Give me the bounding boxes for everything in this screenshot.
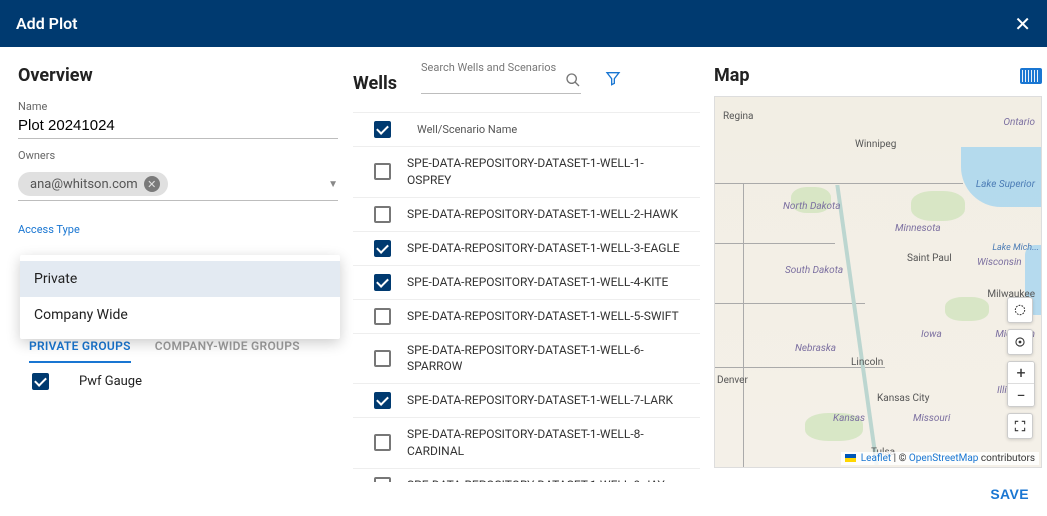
map-fullscreen[interactable] bbox=[1007, 413, 1033, 439]
map-city-saint-paul: Saint Paul bbox=[907, 253, 952, 264]
access-type-dropdown: Private Company Wide bbox=[20, 255, 340, 339]
map-city-lincoln: Lincoln bbox=[851, 357, 883, 368]
owner-chip: ana@whitson.com ✕ bbox=[18, 172, 168, 196]
well-row: SPE-DATA-REPOSITORY-DATASET-1-WELL-7-LAR… bbox=[353, 384, 700, 418]
well-row: SPE-DATA-REPOSITORY-DATASET-1-WELL-4-KIT… bbox=[353, 266, 700, 300]
group-pwf-label: Pwf Gauge bbox=[79, 374, 142, 389]
well-row: SPE-DATA-REPOSITORY-DATASET-1-WELL-2-HAW… bbox=[353, 198, 700, 232]
groups-tabs: PRIVATE GROUPS COMPANY-WIDE GROUPS bbox=[29, 339, 300, 363]
map-region-south-dakota: South Dakota bbox=[785, 265, 843, 276]
map-title: Map bbox=[714, 65, 750, 86]
map-region-north-dakota: North Dakota bbox=[783, 201, 841, 212]
owners-select[interactable]: ana@whitson.com ✕ ▼ bbox=[18, 172, 338, 201]
well-checkbox[interactable] bbox=[374, 434, 391, 451]
well-checkbox[interactable] bbox=[374, 350, 391, 367]
well-checkbox[interactable] bbox=[374, 477, 391, 482]
owners-label: Owners bbox=[18, 149, 338, 162]
map-region-ontario: Ontario bbox=[1003, 117, 1035, 128]
map-city-kansas-city: Kansas City bbox=[877, 393, 929, 404]
ukraine-flag-icon bbox=[845, 454, 856, 462]
map-lake-michigan: Lake Mich... bbox=[992, 243, 1039, 253]
filter-icon[interactable] bbox=[605, 70, 621, 90]
map-controls: + − bbox=[1007, 297, 1035, 439]
well-name: SPE-DATA-REPOSITORY-DATASET-1-WELL-6-SPA… bbox=[407, 342, 686, 376]
well-name: SPE-DATA-REPOSITORY-DATASET-1-WELL-2-HAW… bbox=[407, 206, 686, 223]
access-type-label: Access Type bbox=[18, 223, 338, 236]
map-zoom-in[interactable]: + bbox=[1008, 362, 1034, 384]
well-row: SPE-DATA-REPOSITORY-DATASET-1-WELL-8-CAR… bbox=[353, 418, 700, 469]
well-row: SPE-DATA-REPOSITORY-DATASET-1-WELL-1-OSP… bbox=[353, 147, 700, 198]
wells-title: Wells bbox=[353, 69, 397, 94]
map-region-missouri: Missouri bbox=[913, 413, 950, 424]
well-checkbox[interactable] bbox=[374, 392, 391, 409]
map-region-minnesota: Minnesota bbox=[895, 223, 941, 234]
well-name: SPE-DATA-REPOSITORY-DATASET-1-WELL-1-OSP… bbox=[407, 155, 686, 189]
leaflet-link[interactable]: Leaflet bbox=[861, 453, 891, 464]
search-icon[interactable] bbox=[565, 72, 581, 92]
access-option-company-wide[interactable]: Company Wide bbox=[20, 297, 340, 333]
map-canvas[interactable]: Regina Winnipeg Ontario North Dakota Min… bbox=[714, 96, 1042, 468]
chevron-down-icon[interactable]: ▼ bbox=[328, 179, 338, 190]
search-label: Search Wells and Scenarios bbox=[421, 61, 581, 74]
keyboard-icon[interactable] bbox=[1020, 68, 1042, 84]
map-region-kansas: Kansas bbox=[833, 413, 865, 424]
remove-owner-icon[interactable]: ✕ bbox=[144, 176, 160, 192]
osm-link[interactable]: OpenStreetMap bbox=[909, 453, 979, 464]
well-name: SPE-DATA-REPOSITORY-DATASET-1-WELL-5-SWI… bbox=[407, 308, 686, 325]
well-checkbox[interactable] bbox=[374, 163, 391, 180]
tab-company-wide-groups[interactable]: COMPANY-WIDE GROUPS bbox=[155, 339, 300, 363]
well-checkbox[interactable] bbox=[374, 206, 391, 223]
well-row: SPE-DATA-REPOSITORY-DATASET-1-WELL-9-JAY bbox=[353, 469, 700, 482]
group-list-item: Pwf Gauge bbox=[32, 373, 142, 390]
well-name: SPE-DATA-REPOSITORY-DATASET-1-WELL-3-EAG… bbox=[407, 240, 686, 257]
tab-private-groups[interactable]: PRIVATE GROUPS bbox=[29, 339, 131, 363]
save-button[interactable]: SAVE bbox=[986, 478, 1033, 510]
map-lake-superior: Lake Superior bbox=[976, 179, 1035, 190]
well-checkbox[interactable] bbox=[374, 308, 391, 325]
well-row: SPE-DATA-REPOSITORY-DATASET-1-WELL-3-EAG… bbox=[353, 232, 700, 266]
map-zoom-out[interactable]: − bbox=[1008, 384, 1034, 406]
map-attribution: Leaflet | © OpenStreetMap contributors bbox=[841, 452, 1039, 465]
owner-chip-text: ana@whitson.com bbox=[30, 177, 138, 192]
group-pwf-checkbox[interactable] bbox=[32, 373, 49, 390]
map-region-nebraska: Nebraska bbox=[795, 343, 836, 354]
wells-list-header: Well/Scenario Name bbox=[353, 113, 700, 147]
dialog-header: Add Plot ✕ bbox=[0, 0, 1047, 47]
map-region-iowa: Iowa bbox=[921, 329, 942, 340]
access-option-private[interactable]: Private bbox=[20, 261, 340, 297]
well-name: SPE-DATA-REPOSITORY-DATASET-1-WELL-7-LAR… bbox=[407, 392, 686, 409]
overview-panel: Overview Name Owners ana@whitson.com ✕ ▼… bbox=[0, 47, 352, 482]
name-label: Name bbox=[18, 100, 338, 113]
wells-search-input[interactable] bbox=[421, 74, 581, 94]
well-name: SPE-DATA-REPOSITORY-DATASET-1-WELL-8-CAR… bbox=[407, 426, 686, 460]
map-city-winnipeg: Winnipeg bbox=[855, 139, 896, 150]
wells-list[interactable]: Well/Scenario Name SPE-DATA-REPOSITORY-D… bbox=[353, 112, 700, 482]
wells-panel: Wells Search Wells and Scenarios Well/Sc… bbox=[352, 47, 700, 482]
map-city-regina: Regina bbox=[723, 111, 753, 122]
well-row: SPE-DATA-REPOSITORY-DATASET-1-WELL-5-SWI… bbox=[353, 300, 700, 334]
wells-column-header: Well/Scenario Name bbox=[407, 123, 696, 136]
plot-name-input[interactable] bbox=[18, 115, 338, 139]
well-checkbox[interactable] bbox=[374, 240, 391, 257]
well-name: SPE-DATA-REPOSITORY-DATASET-1-WELL-4-KIT… bbox=[407, 274, 686, 291]
well-name: SPE-DATA-REPOSITORY-DATASET-1-WELL-9-JAY bbox=[407, 477, 686, 482]
overview-title: Overview bbox=[18, 65, 338, 86]
map-city-denver: Denver bbox=[717, 375, 748, 386]
well-row: SPE-DATA-REPOSITORY-DATASET-1-WELL-6-SPA… bbox=[353, 334, 700, 385]
wells-select-all-checkbox[interactable] bbox=[374, 121, 391, 138]
map-panel: Map Regina Winnipeg Ontario bbox=[700, 47, 1047, 482]
map-select-tool[interactable] bbox=[1007, 297, 1033, 323]
map-region-wisconsin: Wisconsin bbox=[977, 257, 1022, 268]
dialog-title: Add Plot bbox=[16, 14, 78, 33]
well-checkbox[interactable] bbox=[374, 274, 391, 291]
map-lasso-tool[interactable] bbox=[1007, 329, 1033, 355]
close-icon[interactable]: ✕ bbox=[1014, 12, 1031, 36]
